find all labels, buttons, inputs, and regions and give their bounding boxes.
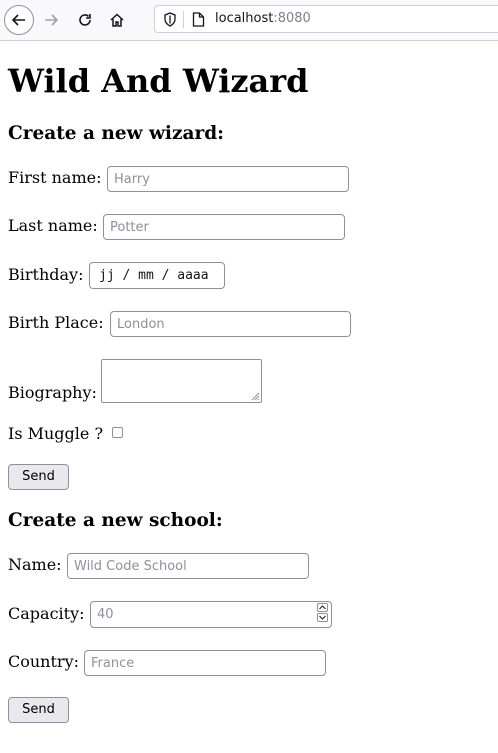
back-arrow-icon — [11, 14, 25, 26]
page-title: Wild And Wizard — [8, 62, 309, 100]
url-text: localhost:8080 — [215, 11, 311, 26]
capacity-field[interactable] — [90, 601, 332, 628]
birthday-date-input[interactable]: jj / mm / aaaa — [89, 262, 225, 289]
reload-icon — [79, 14, 91, 26]
chevron-down-icon — [319, 615, 326, 620]
first-name-label: First name: — [8, 168, 102, 187]
country-label: Country: — [8, 652, 79, 671]
capacity-label: Capacity: — [8, 604, 85, 623]
last-name-label: Last name: — [8, 216, 98, 235]
first-name-input[interactable] — [107, 166, 349, 192]
tracking-shield-icon[interactable] — [163, 12, 177, 27]
forward-button[interactable] — [36, 5, 66, 35]
wizard-form-heading: Create a new wizard: — [8, 123, 224, 144]
reload-button[interactable] — [70, 5, 100, 35]
country-input[interactable] — [84, 650, 326, 676]
last-name-input[interactable] — [103, 214, 345, 240]
forward-arrow-icon — [45, 14, 59, 26]
capacity-decrement-button[interactable] — [317, 613, 328, 622]
birth-place-label: Birth Place: — [8, 313, 104, 332]
school-name-label: Name: — [8, 555, 62, 574]
capacity-stepper[interactable] — [317, 603, 328, 623]
home-icon — [110, 13, 124, 27]
url-host: localhost — [215, 11, 274, 26]
birthday-label: Birthday: — [8, 265, 84, 284]
capacity-input[interactable] — [90, 601, 332, 628]
muggle-label: Is Muggle ? — [8, 424, 104, 443]
birth-place-input[interactable] — [110, 311, 351, 337]
browser-toolbar: localhost:8080 — [0, 0, 498, 41]
muggle-checkbox[interactable] — [112, 427, 123, 438]
url-separator — [183, 11, 184, 28]
school-form-heading: Create a new school: — [8, 510, 223, 531]
url-bar[interactable]: localhost:8080 — [154, 5, 498, 33]
resize-grip-icon[interactable] — [250, 391, 260, 401]
capacity-increment-button[interactable] — [317, 603, 328, 612]
url-port: :8080 — [273, 11, 311, 26]
school-send-button[interactable]: Send — [8, 697, 69, 723]
home-button[interactable] — [102, 5, 132, 35]
biography-label: Biography: — [8, 383, 97, 402]
school-name-input[interactable] — [67, 553, 309, 579]
chevron-up-icon — [319, 605, 326, 610]
wizard-send-button[interactable]: Send — [8, 464, 69, 490]
page-icon[interactable] — [192, 12, 205, 27]
back-button[interactable] — [4, 5, 34, 35]
biography-textarea[interactable] — [101, 359, 262, 403]
